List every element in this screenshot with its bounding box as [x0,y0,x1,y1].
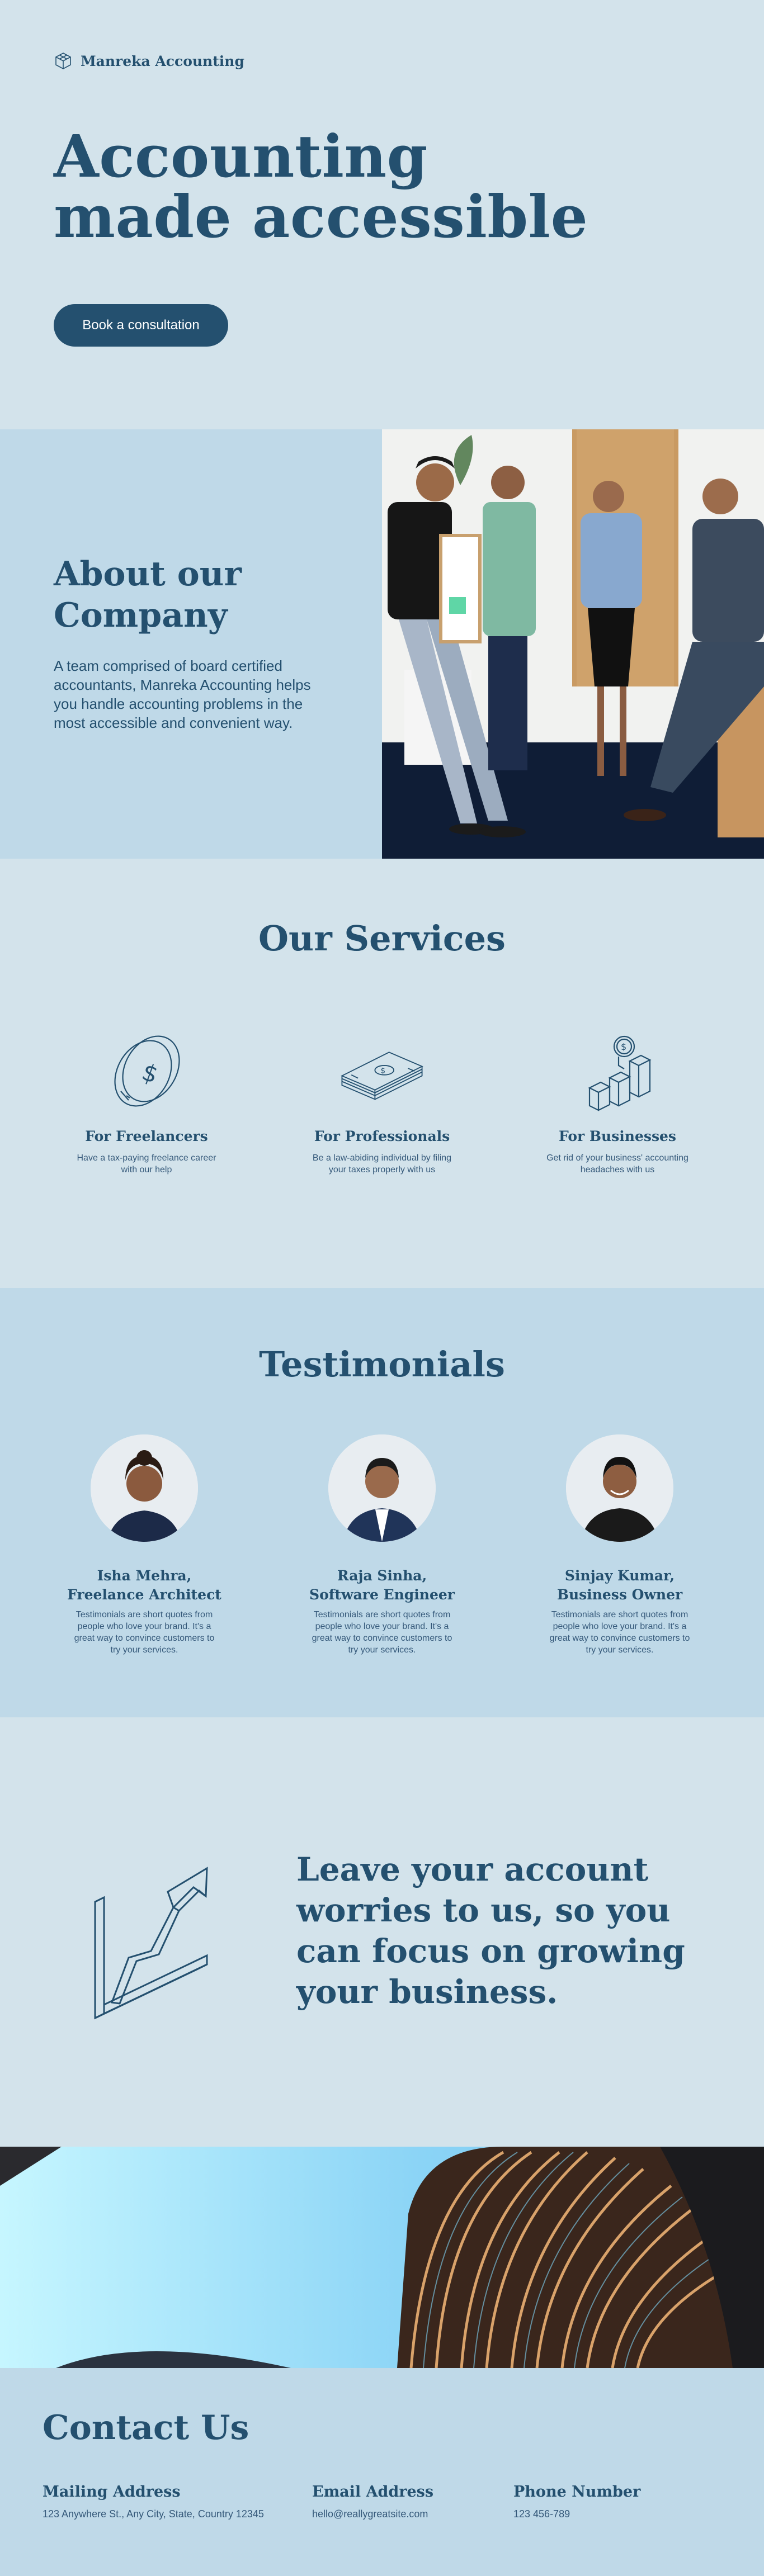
money-stack-icon: $ [341,1052,423,1100]
contact-section: Contact Us Mailing Address 123 Anywhere … [0,2368,764,2576]
mailing-address-block: Mailing Address 123 Anywhere St., Any Ci… [43,2483,264,2520]
service-professionals[interactable]: $ For Professionals Be a law-abiding ind… [281,1026,483,1176]
service-text: Be a law-abiding individual by filing yo… [312,1153,452,1175]
email-address-label: Email Address [312,2483,434,2501]
testimonial-name: Isha Mehra, Freelance Architect [60,1566,228,1604]
team-photo [382,429,764,859]
architecture-banner [0,2147,764,2368]
about-title: About our Company [54,553,242,636]
avatar-sinjay [566,1434,673,1542]
phone-number-block: Phone Number 123 456-789 [513,2483,640,2520]
mailing-address-label: Mailing Address [43,2483,181,2501]
email-address-value[interactable]: hello@reallygreatsite.com [312,2508,433,2520]
services-title: Our Services [258,918,506,959]
service-text: Get rid of your business' accounting hea… [546,1153,688,1175]
testimonial-name: Sinjay Kumar, Business Owner [536,1566,704,1604]
service-text: Have a tax-paying freelance career with … [77,1153,216,1175]
testimonial-text: Testimonials are short quotes from peopl… [549,1610,690,1655]
bar-chart-coin-icon: $ [588,1035,652,1111]
book-consultation-button[interactable]: Book a consultation [54,304,228,347]
growth-section: Leave your account worries to us, so you… [0,1717,764,2147]
growth-arrow-icon [94,1867,208,2020]
team-photo-illustration [382,429,764,859]
service-title: For Professionals [314,1128,450,1144]
testimonial-name: Raja Sinha, Software Engineer [298,1566,466,1604]
testimonial-role: Software Engineer [309,1587,455,1603]
testimonial-person: Sinjay Kumar, [564,1568,675,1584]
testimonial-person: Raja Sinha, [337,1568,427,1584]
cube-icon [55,53,71,69]
brand[interactable]: Manreka Accounting [54,51,244,70]
testimonial-person: Isha Mehra, [97,1568,192,1584]
email-address-block: Email Address hello@reallygreatsite.com [312,2483,433,2520]
avatar-isha [91,1434,198,1542]
testimonial-card: Isha Mehra, Freelance Architect Testimon… [60,1434,228,1656]
hero-title: Accounting made accessible [54,126,588,247]
svg-text:$: $ [138,1058,162,1088]
brand-name: Manreka Accounting [81,53,244,69]
testimonial-role: Freelance Architect [67,1587,221,1603]
avatar [328,1434,436,1542]
service-freelancers[interactable]: $ For Freelancers Have a tax-paying free… [46,1026,247,1176]
about-title-line2: Company [54,596,228,635]
hero-title-line1: Accounting [54,122,428,191]
hero-title-line2: made accessible [54,182,588,251]
contact-title: Contact Us [43,2408,249,2447]
testimonial-card: Sinjay Kumar, Business Owner Testimonial… [536,1434,704,1656]
hero-section: Manreka Accounting Accounting made acces… [0,0,764,429]
phone-number-value[interactable]: 123 456-789 [513,2508,640,2520]
services-section: Our Services $ For Freelancers Have a ta… [0,859,764,1288]
testimonial-card: Raja Sinha, Software Engineer Testimonia… [298,1434,466,1656]
svg-text:$: $ [621,1041,626,1052]
avatar [566,1434,673,1542]
architecture-photo [0,2147,764,2368]
about-description: A team comprised of board certified acco… [54,657,311,731]
testimonial-text: Testimonials are short quotes from peopl… [74,1610,215,1655]
svg-text:$: $ [380,1066,385,1075]
service-title: For Businesses [558,1128,677,1144]
about-title-line1: About our [54,555,242,594]
phone-number-label: Phone Number [513,2483,641,2501]
about-text-panel: About our Company A team comprised of bo… [0,429,382,859]
testimonial-role: Business Owner [557,1587,683,1603]
about-section: About our Company A team comprised of bo… [0,429,764,859]
avatar [91,1434,198,1542]
avatar-raja [328,1434,436,1542]
testimonials-section: Testimonials Isha Mehra, Freelance Archi… [0,1288,764,1717]
mailing-address-value: 123 Anywhere St., Any City, State, Count… [43,2508,264,2520]
testimonials-title: Testimonials [259,1344,505,1385]
growth-message: Leave your account worries to us, so you… [296,1850,685,2011]
service-title: For Freelancers [85,1128,208,1144]
testimonial-text: Testimonials are short quotes from peopl… [312,1610,452,1655]
service-businesses[interactable]: $ For Businesses Get rid of your busines… [517,1026,718,1176]
coin-icon: $ [114,1035,180,1107]
